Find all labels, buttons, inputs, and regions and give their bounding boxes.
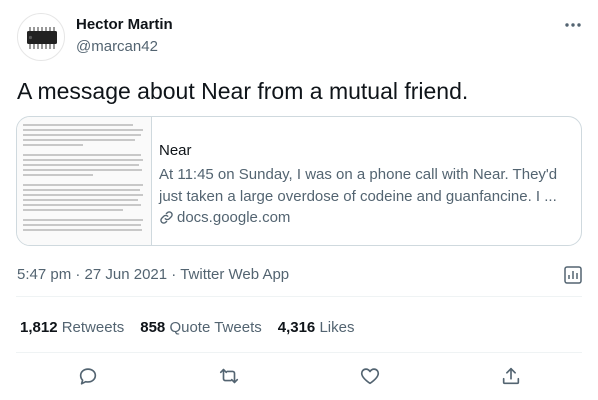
analytics-icon — [564, 266, 582, 284]
tweet-stats: 1,812 Retweets 858 Quote Tweets 4,316 Li… — [20, 319, 354, 336]
card-link[interactable]: docs.google.com — [159, 209, 569, 226]
card-thumbnail — [17, 117, 152, 245]
meta-separator: · — [171, 266, 177, 283]
chip-icon — [27, 27, 57, 49]
card-description: At 11:45 on Sunday, I was on a phone cal… — [159, 166, 558, 205]
quote-tweets-count: 858 — [140, 319, 166, 336]
heart-icon — [360, 368, 380, 385]
share-button[interactable] — [500, 365, 522, 387]
more-options-button[interactable] — [562, 14, 584, 36]
card-domain: docs.google.com — [177, 209, 291, 226]
retweets-count: 1,812 — [20, 319, 58, 336]
divider — [16, 296, 582, 297]
avatar[interactable] — [17, 13, 65, 61]
reply-icon — [79, 368, 97, 385]
author-name[interactable]: Hector Martin — [76, 16, 173, 33]
tweet-time[interactable]: 5:47 pm — [17, 266, 71, 283]
more-icon — [565, 23, 581, 27]
tweet-date[interactable]: 27 Jun 2021 — [85, 266, 168, 283]
analytics-button[interactable] — [562, 264, 584, 286]
card-title: Near — [159, 142, 192, 159]
share-icon — [502, 367, 520, 385]
author-handle[interactable]: @marcan42 — [76, 38, 158, 55]
retweets-stat[interactable]: 1,812 Retweets — [20, 319, 124, 336]
quote-tweets-label: Quote Tweets — [169, 319, 262, 336]
retweet-button[interactable] — [218, 365, 240, 387]
tweet-source[interactable]: Twitter Web App — [180, 266, 289, 283]
like-button[interactable] — [359, 365, 381, 387]
link-icon — [160, 211, 173, 224]
likes-label: Likes — [319, 319, 355, 336]
likes-stat[interactable]: 4,316 Likes — [278, 319, 355, 336]
retweet-icon — [219, 368, 239, 384]
divider — [16, 352, 582, 353]
likes-count: 4,316 — [277, 319, 316, 336]
reply-button[interactable] — [77, 365, 99, 387]
tweet-meta: 5:47 pm · 27 Jun 2021 · Twitter Web App — [17, 266, 289, 283]
link-card[interactable]: Near At 11:45 on Sunday, I was on a phon… — [16, 116, 582, 246]
quote-tweets-stat[interactable]: 858 Quote Tweets — [140, 319, 261, 336]
tweet-text: A message about Near from a mutual frien… — [17, 78, 469, 104]
meta-separator: · — [75, 266, 81, 283]
retweets-label: Retweets — [61, 319, 125, 336]
